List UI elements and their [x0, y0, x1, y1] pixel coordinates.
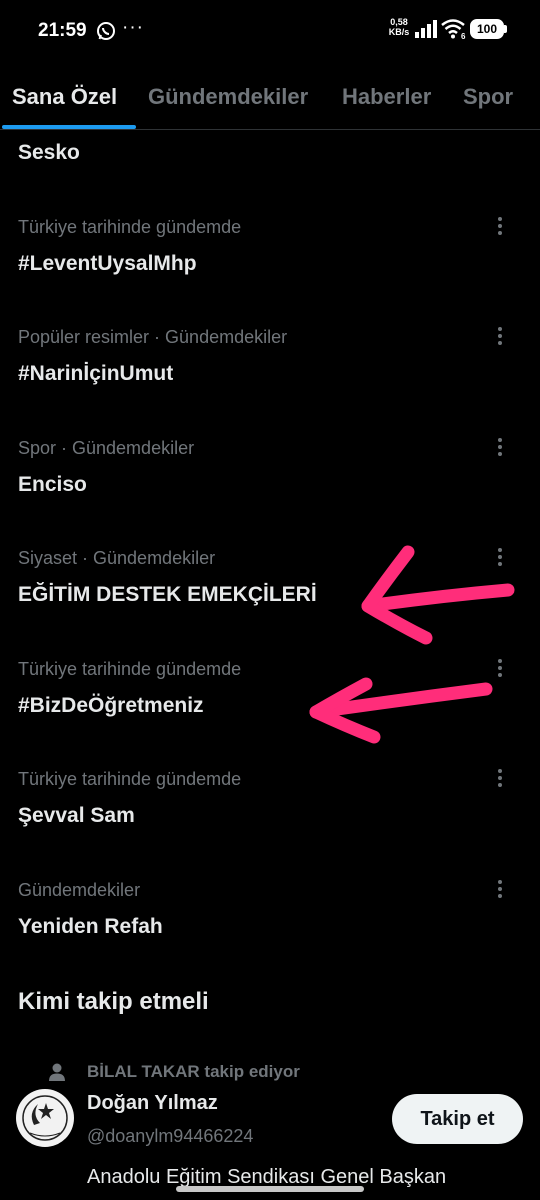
trend-meta: Siyaset · Gündemdekiler — [18, 548, 216, 568]
network-speed-value: 0,58 — [390, 17, 408, 27]
trend-meta: Türkiye tarihinde gündemde — [18, 769, 242, 789]
trend-item[interactable]: Popüler resimler · Gündemdekiler #Narinİ… — [0, 323, 540, 433]
social-context-text: BİLAL TAKAR takip ediyor — [87, 1062, 300, 1081]
home-indicator[interactable] — [176, 1186, 364, 1192]
network-speed-unit: KB/s — [388, 27, 410, 37]
trend-title: #LeventUysalMhp — [18, 252, 197, 275]
battery-tip — [504, 25, 507, 33]
trend-title: #BizDeÖğretmeniz — [18, 694, 204, 717]
signal-icon — [415, 20, 437, 38]
trend-meta: Spor · Gündemdekiler — [18, 438, 195, 458]
network-type: 6 — [461, 32, 466, 39]
avatar[interactable] — [16, 1089, 74, 1147]
status-time: 21:59 — [38, 20, 87, 41]
status-bar: 21:59 ··· 0,58 KB/s 6 100 — [0, 0, 540, 62]
more-options-icon[interactable] — [490, 767, 510, 789]
more-options-icon[interactable] — [490, 325, 510, 347]
more-options-icon[interactable] — [490, 657, 510, 679]
tab-haberler[interactable]: Haberler — [342, 84, 431, 110]
user-handle[interactable]: @doanylm94466224 — [87, 1126, 253, 1147]
trend-item[interactable]: Türkiye tarihinde gündemde Şevval Sam — [0, 765, 540, 875]
trend-item[interactable]: Türkiye tarihinde gündemde #BizDeÖğretme… — [0, 655, 540, 765]
trend-title: EĞİTİM DESTEK EMEKÇİLERİ — [18, 583, 317, 606]
wifi-icon: 6 — [441, 19, 466, 39]
notification-more-icon: ··· — [122, 17, 144, 38]
trend-meta: Gündemdekiler — [18, 880, 141, 900]
trend-meta: Türkiye tarihinde gündemde — [18, 217, 242, 237]
trend-meta: Türkiye tarihinde gündemde — [18, 659, 242, 679]
more-options-icon[interactable] — [490, 878, 510, 900]
trend-item[interactable]: Gündemdekiler Yeniden Refah — [0, 876, 540, 986]
trend-item[interactable]: Siyaset · Gündemdekiler EĞİTİM DESTEK EM… — [0, 544, 540, 654]
explore-tabs: Sana Özel Gündemdekiler Haberler Spor — [0, 62, 540, 130]
trend-title: Şevval Sam — [18, 804, 135, 827]
more-options-icon[interactable] — [490, 215, 510, 237]
trend-title: #NarinİçinUmut — [18, 362, 174, 385]
trend-title: Enciso — [18, 473, 87, 496]
trend-title[interactable]: Sesko — [18, 141, 80, 165]
trend-meta: Popüler resimler · Gündemdekiler — [18, 327, 288, 347]
trend-item[interactable]: Spor · Gündemdekiler Enciso — [0, 434, 540, 544]
network-speed: 0,58 KB/s — [386, 17, 412, 37]
tab-gundemdekiler[interactable]: Gündemdekiler — [148, 84, 308, 110]
trend-title: Yeniden Refah — [18, 915, 163, 938]
user-name[interactable]: Doğan Yılmaz — [87, 1092, 218, 1115]
trend-item[interactable]: Türkiye tarihinde gündemde #LeventUysalM… — [0, 213, 540, 323]
more-options-icon[interactable] — [490, 546, 510, 568]
person-icon — [49, 1063, 65, 1081]
who-to-follow-heading: Kimi takip etmeli — [18, 988, 209, 1015]
follow-button[interactable]: Takip et — [392, 1094, 523, 1144]
more-options-icon[interactable] — [490, 436, 510, 458]
whatsapp-icon — [97, 22, 115, 40]
tab-spor[interactable]: Spor — [463, 84, 513, 110]
avatar-logo-icon — [22, 1095, 68, 1141]
tab-sana-ozel[interactable]: Sana Özel — [12, 84, 117, 110]
active-tab-indicator — [2, 125, 136, 129]
battery-icon: 100 — [470, 19, 504, 39]
